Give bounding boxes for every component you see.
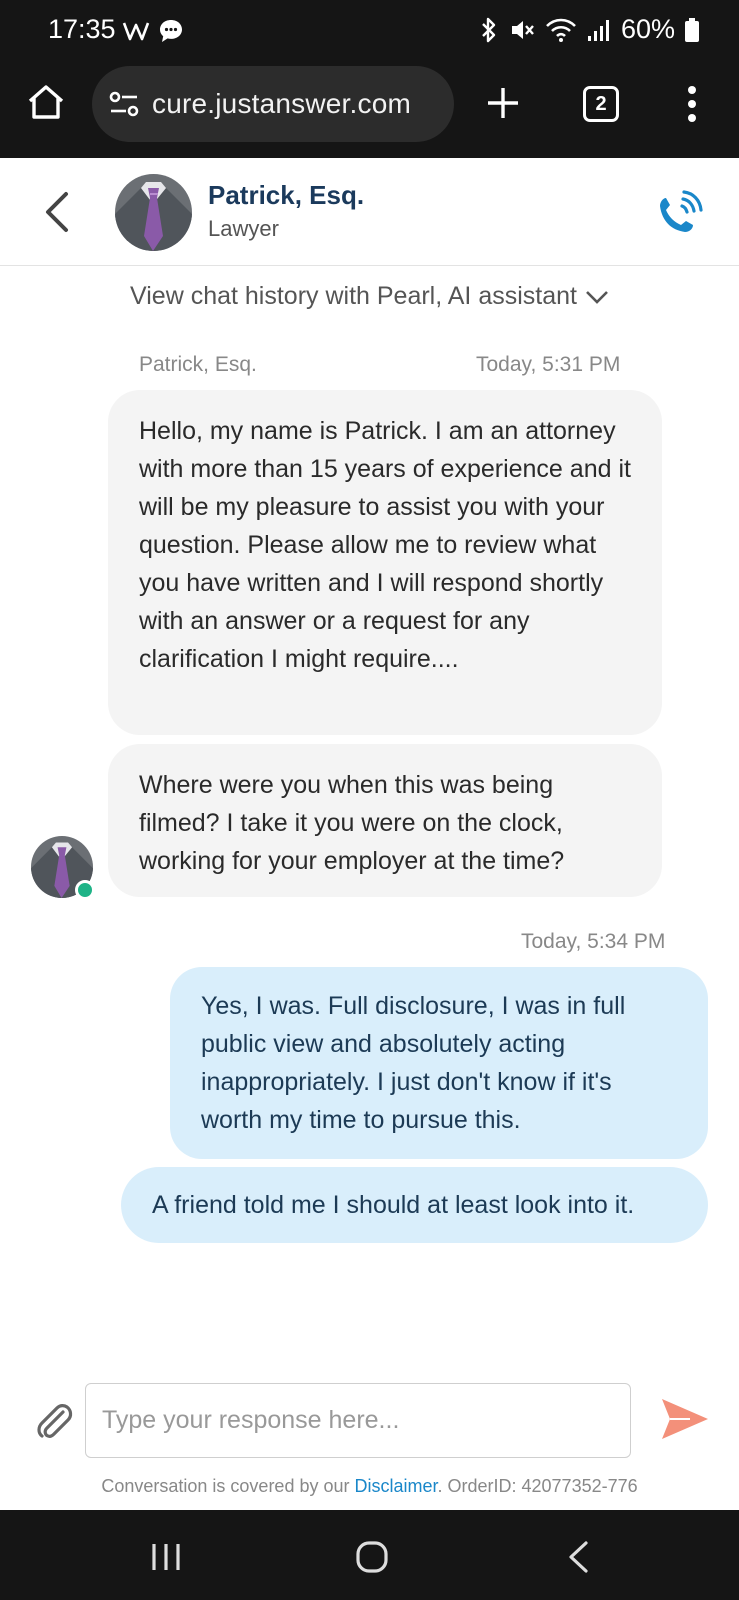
bluetooth-icon bbox=[482, 17, 496, 42]
user-message-bubble: Yes, I was. Full disclosure, I was in fu… bbox=[170, 967, 708, 1159]
expert-message-time: Today, 5:31 PM bbox=[476, 353, 621, 376]
system-navigation-bar bbox=[0, 1510, 739, 1600]
paperclip-icon[interactable] bbox=[33, 1400, 75, 1442]
user-message-text: Yes, I was. Full disclosure, I was in fu… bbox=[201, 992, 626, 1134]
mute-icon bbox=[511, 20, 534, 39]
expert-message-bubble: Where were you when this was being filme… bbox=[108, 744, 662, 897]
tab-count: 2 bbox=[595, 92, 607, 115]
tab-switcher-button[interactable]: 2 bbox=[583, 86, 619, 122]
message-input-box[interactable] bbox=[85, 1383, 631, 1458]
url-text[interactable]: cure.justanswer.com bbox=[152, 88, 411, 120]
expert-message-sender: Patrick, Esq. bbox=[139, 353, 257, 376]
send-icon[interactable] bbox=[660, 1396, 710, 1442]
disclaimer-link[interactable]: Disclaimer bbox=[354, 1476, 437, 1496]
signal-icon bbox=[587, 19, 609, 41]
online-status-dot bbox=[75, 880, 95, 900]
chat-header: Patrick, Esq. Lawyer bbox=[0, 158, 739, 266]
notification-icons bbox=[122, 18, 184, 44]
status-bar: 17:35 60% bbox=[0, 0, 739, 62]
more-options-icon[interactable] bbox=[680, 84, 704, 124]
home-circle-icon[interactable] bbox=[355, 1540, 389, 1574]
battery-icon bbox=[685, 17, 699, 42]
chat-history-label: View chat history with Pearl, AI assista… bbox=[130, 282, 577, 310]
order-id-text: . OrderID: 42077352-776 bbox=[437, 1476, 638, 1496]
back-arrow-icon[interactable] bbox=[38, 188, 78, 236]
chevron-down-icon bbox=[586, 290, 608, 304]
battery-percent: 60% bbox=[620, 14, 675, 44]
phone-ringing-icon[interactable] bbox=[652, 186, 706, 240]
chat-history-toggle[interactable]: View chat history with Pearl, AI assista… bbox=[0, 282, 739, 311]
expert-role: Lawyer bbox=[208, 216, 279, 241]
status-time: 17:35 bbox=[48, 14, 116, 44]
user-message-text: A friend told me I should at least look … bbox=[152, 1191, 635, 1219]
browser-chrome: 17:35 60% cure.justanswer.com 2 bbox=[0, 0, 739, 158]
disclaimer-note: Conversation is covered by our Disclaime… bbox=[0, 1476, 739, 1497]
system-status: 60% bbox=[479, 14, 699, 45]
disclaimer-prefix: Conversation is covered by our bbox=[101, 1476, 355, 1496]
site-settings-icon[interactable] bbox=[108, 89, 140, 119]
chat-bubble-icon bbox=[160, 20, 182, 42]
system-back-icon[interactable] bbox=[566, 1540, 590, 1574]
expert-avatar bbox=[115, 174, 192, 251]
expert-message-avatar bbox=[31, 836, 95, 900]
wifi-icon bbox=[546, 18, 576, 42]
expert-name: Patrick, Esq. bbox=[208, 180, 365, 210]
recent-apps-icon[interactable] bbox=[150, 1542, 182, 1572]
message-input[interactable] bbox=[86, 1384, 630, 1457]
user-message-bubble: A friend told me I should at least look … bbox=[121, 1167, 708, 1243]
expert-message-text: Where were you when this was being filme… bbox=[139, 771, 565, 875]
address-bar[interactable]: cure.justanswer.com bbox=[92, 66, 454, 142]
new-tab-icon[interactable] bbox=[486, 86, 520, 120]
w-app-icon bbox=[122, 22, 150, 41]
user-message-time: Today, 5:34 PM bbox=[521, 930, 666, 953]
home-icon[interactable] bbox=[26, 82, 66, 122]
expert-message-bubble: Hello, my name is Patrick. I am an attor… bbox=[108, 390, 662, 735]
expert-message-text: Hello, my name is Patrick. I am an attor… bbox=[139, 417, 631, 673]
